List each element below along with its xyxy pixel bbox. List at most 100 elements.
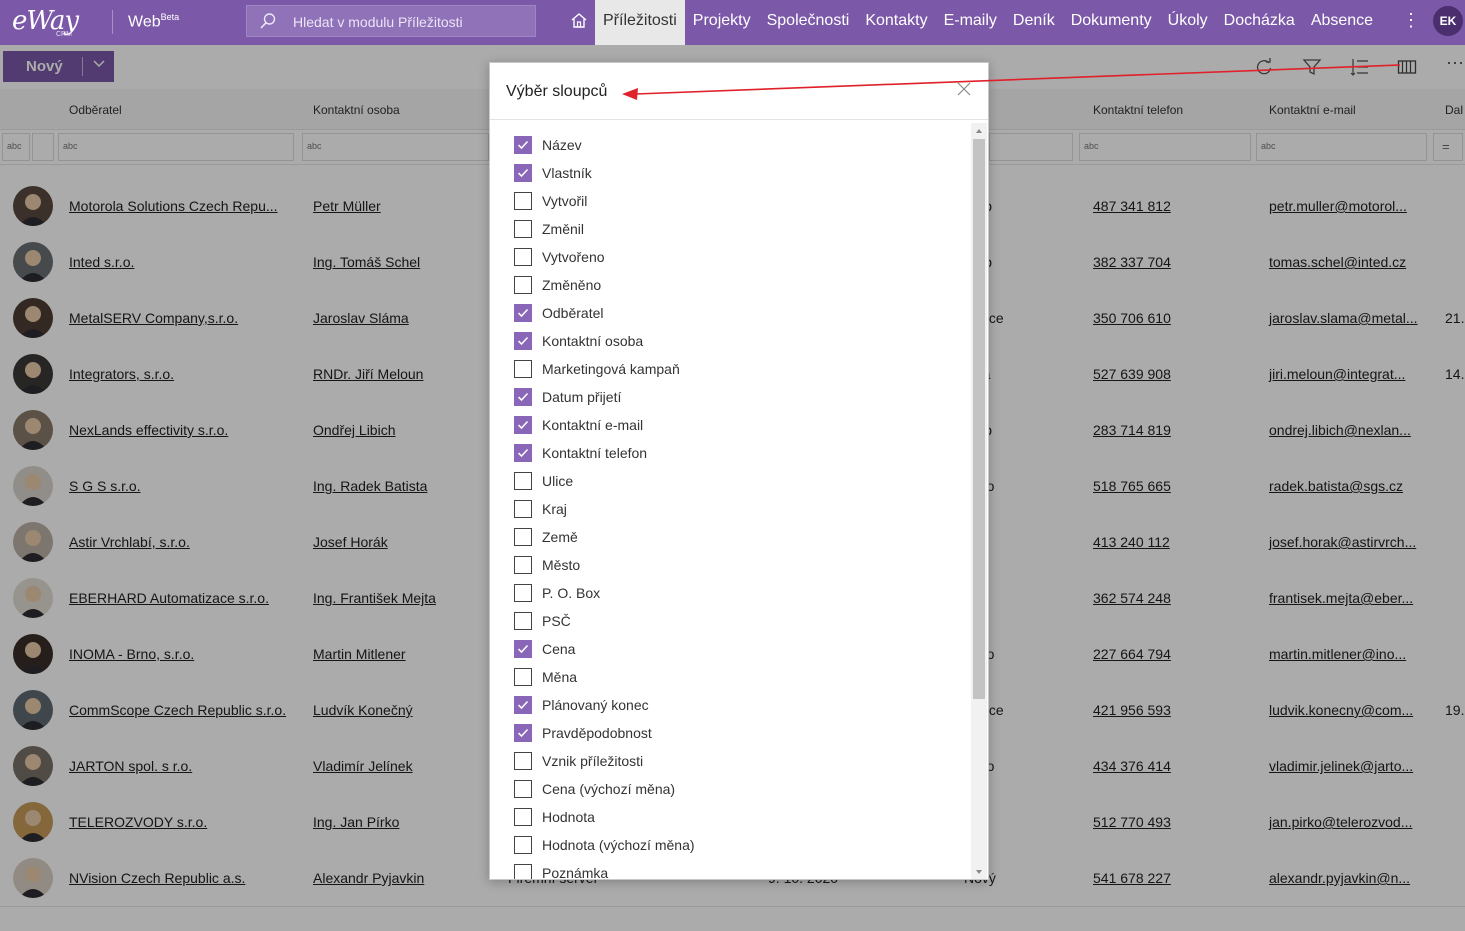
column-checkbox[interactable]	[514, 612, 532, 630]
checkmark-icon	[517, 308, 529, 318]
column-checkbox[interactable]	[514, 276, 532, 294]
column-option-label: Cena	[542, 641, 576, 657]
checkmark-icon	[517, 420, 529, 430]
nav-item-spolecnosti[interactable]: Společnosti	[759, 0, 858, 45]
column-option[interactable]: Název	[514, 131, 954, 159]
column-option[interactable]: Datum přijetí	[514, 383, 954, 411]
column-option[interactable]: Odběratel	[514, 299, 954, 327]
column-checkbox[interactable]	[514, 472, 532, 490]
column-checkbox[interactable]	[514, 192, 532, 210]
nav-item-kontakty[interactable]: Kontakty	[857, 0, 935, 45]
checkmark-icon	[517, 168, 529, 178]
column-option[interactable]: Kraj	[514, 495, 954, 523]
column-checkbox[interactable]	[514, 668, 532, 686]
column-option[interactable]: Město	[514, 551, 954, 579]
column-checkbox[interactable]	[514, 864, 532, 879]
column-option[interactable]: Vznik příležitosti	[514, 747, 954, 775]
checkmark-icon	[517, 140, 529, 150]
user-avatar[interactable]: EK	[1433, 6, 1463, 36]
column-option-label: Měna	[542, 669, 578, 685]
nav-item-projekty[interactable]: Projekty	[685, 0, 759, 45]
column-option-label: Kontaktní telefon	[542, 445, 648, 461]
column-list: Název Vlastník Vytvořil Změnil Vytvořeno Změn…	[514, 131, 954, 879]
scroll-down-icon[interactable]	[974, 867, 984, 877]
home-icon[interactable]	[569, 11, 589, 31]
column-checkbox[interactable]	[514, 528, 532, 546]
app-logo[interactable]: eWay CRM	[8, 4, 98, 40]
column-option-label: Hodnota (výchozí měna)	[542, 837, 695, 853]
column-checkbox[interactable]	[514, 556, 532, 574]
column-option[interactable]: PSČ	[514, 607, 954, 635]
column-checkbox[interactable]	[514, 220, 532, 238]
column-checkbox[interactable]	[514, 416, 532, 434]
column-option[interactable]: Vlastník	[514, 159, 954, 187]
column-option[interactable]: Kontaktní osoba	[514, 327, 954, 355]
column-option[interactable]: Vytvořeno	[514, 243, 954, 271]
column-checkbox[interactable]	[514, 304, 532, 322]
column-option[interactable]: Hodnota	[514, 803, 954, 831]
column-option-label: P. O. Box	[542, 585, 601, 601]
column-option[interactable]: Změnil	[514, 215, 954, 243]
search-icon	[260, 13, 276, 29]
main-nav: Příležitosti Projekty Společnosti Kontak…	[595, 0, 1381, 45]
column-option[interactable]: Ulice	[514, 467, 954, 495]
column-option[interactable]: Marketingová kampaň	[514, 355, 954, 383]
column-option-label: Hodnota	[542, 809, 595, 825]
column-option-label: Vlastník	[542, 165, 592, 181]
column-checkbox[interactable]	[514, 584, 532, 602]
scroll-up-icon[interactable]	[974, 126, 984, 136]
more-nav-icon[interactable]: ⋮	[1402, 10, 1420, 31]
column-checkbox[interactable]	[514, 780, 532, 798]
column-checkbox[interactable]	[514, 500, 532, 518]
column-option-label: Kraj	[542, 501, 567, 517]
column-checkbox[interactable]	[514, 248, 532, 266]
nav-item-absence[interactable]: Absence	[1303, 0, 1381, 45]
column-checkbox[interactable]	[514, 836, 532, 854]
nav-item-ukoly[interactable]: Úkoly	[1160, 0, 1216, 45]
column-option[interactable]: Cena (výchozí měna)	[514, 775, 954, 803]
nav-item-denik[interactable]: Deník	[1005, 0, 1063, 45]
column-option-label: Vytvořil	[542, 193, 588, 209]
nav-item-emaily[interactable]: E-maily	[936, 0, 1005, 45]
column-option[interactable]: Poznámka	[514, 859, 954, 879]
column-checkbox[interactable]	[514, 752, 532, 770]
scrollbar[interactable]	[971, 123, 987, 879]
column-option-label: Vznik příležitosti	[542, 753, 644, 769]
nav-item-dokumenty[interactable]: Dokumenty	[1063, 0, 1160, 45]
column-option[interactable]: Kontaktní telefon	[514, 439, 954, 467]
column-option-label: Datum přijetí	[542, 389, 622, 405]
column-checkbox[interactable]	[514, 444, 532, 462]
column-option-label: PSČ	[542, 613, 571, 629]
checkmark-icon	[517, 336, 529, 346]
column-checkbox[interactable]	[514, 388, 532, 406]
checkmark-icon	[517, 448, 529, 458]
column-option[interactable]: Vytvořil	[514, 187, 954, 215]
column-option[interactable]: Pravděpodobnost	[514, 719, 954, 747]
close-icon[interactable]	[956, 81, 972, 97]
dialog-divider	[490, 119, 988, 120]
column-checkbox[interactable]	[514, 360, 532, 378]
column-option[interactable]: P. O. Box	[514, 579, 954, 607]
column-option-label: Cena (výchozí měna)	[542, 781, 676, 797]
column-checkbox[interactable]	[514, 724, 532, 742]
nav-item-dochazka[interactable]: Docházka	[1216, 0, 1303, 45]
search-box[interactable]: Hledat v modulu Příležitosti	[246, 5, 536, 37]
column-checkbox[interactable]	[514, 164, 532, 182]
column-checkbox[interactable]	[514, 640, 532, 658]
column-option-label: Kontaktní osoba	[542, 333, 644, 349]
column-option[interactable]: Země	[514, 523, 954, 551]
column-checkbox[interactable]	[514, 136, 532, 154]
column-option[interactable]: Změněno	[514, 271, 954, 299]
nav-item-prilezitosti[interactable]: Příležitosti	[595, 0, 685, 45]
checkmark-icon	[517, 700, 529, 710]
column-option[interactable]: Hodnota (výchozí měna)	[514, 831, 954, 859]
column-option[interactable]: Plánovaný konec	[514, 691, 954, 719]
column-option[interactable]: Měna	[514, 663, 954, 691]
column-checkbox[interactable]	[514, 808, 532, 826]
column-checkbox[interactable]	[514, 332, 532, 350]
search-input[interactable]: Hledat v modulu Příležitosti	[293, 14, 463, 30]
column-checkbox[interactable]	[514, 696, 532, 714]
column-option[interactable]: Kontaktní e-mail	[514, 411, 954, 439]
column-option[interactable]: Cena	[514, 635, 954, 663]
scrollbar-thumb[interactable]	[973, 139, 985, 699]
